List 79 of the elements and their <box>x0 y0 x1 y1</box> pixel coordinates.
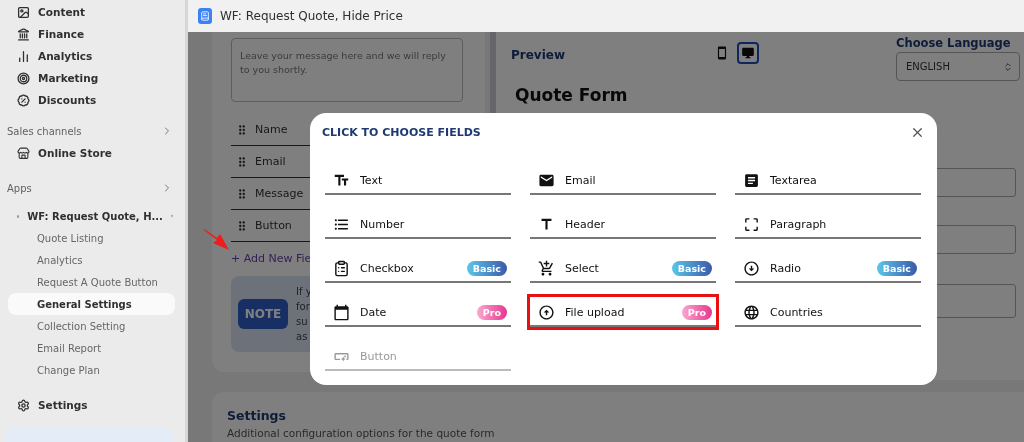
sidebar-subitem[interactable]: Change Plan <box>8 359 175 381</box>
plan-badge: Basic <box>876 260 917 276</box>
field-type-option[interactable]: Date Pro <box>322 294 514 330</box>
field-type-option[interactable]: Textarea <box>732 162 924 198</box>
note-text: su <box>296 315 309 328</box>
field-type-option[interactable]: Number <box>322 206 514 242</box>
option-label: Checkbox <box>360 261 415 275</box>
sidebar-subitem[interactable]: Collection Setting <box>8 315 175 337</box>
field-type-option[interactable]: Select Basic <box>527 250 719 286</box>
phone-icon <box>715 46 729 60</box>
page-title: WF: Request Quote, Hide Price <box>220 9 403 23</box>
option-label: Email <box>565 173 597 187</box>
note-text: as <box>296 330 309 343</box>
sidebar-subitem[interactable]: Analytics <box>8 249 175 271</box>
option-label: Date <box>360 305 388 319</box>
field-type-option[interactable]: Paragraph <box>732 206 924 242</box>
note-text: for <box>296 300 311 313</box>
plan-badge: Pro <box>476 304 507 320</box>
monitor-icon <box>741 46 755 60</box>
language-select[interactable]: ENGLISH <box>896 52 1020 81</box>
sidebar-item[interactable]: Marketing <box>0 67 185 89</box>
sidebar-item[interactable]: Finance <box>0 23 185 45</box>
target-icon <box>17 71 30 85</box>
plan-badge: Basic <box>466 260 507 276</box>
desktop-view-button[interactable] <box>737 42 759 64</box>
sidebar-item[interactable]: Content <box>0 1 185 23</box>
percent-badge-icon <box>17 93 30 107</box>
settings-icon <box>17 398 30 412</box>
image-icon <box>17 5 30 19</box>
field-type-option[interactable]: Checkbox Basic <box>322 250 514 286</box>
option-label: File upload <box>565 305 626 319</box>
section-heading: Apps <box>7 182 32 194</box>
language-label: Choose Language <box>896 36 1012 50</box>
preview-title: Preview <box>511 48 566 62</box>
form-title: Quote Form <box>515 85 629 105</box>
calendar-icon <box>333 303 350 321</box>
field-type-option[interactable]: Radio Basic <box>732 250 924 286</box>
note-badge: NOTE <box>238 299 288 329</box>
dialog-title: CLICK TO CHOOSE FIELDS <box>322 126 481 139</box>
option-label: Header <box>565 217 607 231</box>
sidebar-item[interactable]: Analytics <box>0 45 185 67</box>
bar-chart-icon <box>17 49 30 63</box>
sidebar-subitem[interactable]: General Settings <box>8 293 175 315</box>
field-type-option[interactable]: File upload Pro <box>527 294 719 330</box>
app-name[interactable]: WF: Request Quote, H... <box>27 210 163 222</box>
globe-icon <box>743 303 760 321</box>
option-label: Textarea <box>770 173 818 187</box>
message-field[interactable]: Leave your message here and we will reply to you shortly. <box>231 38 463 102</box>
settings-title: Settings <box>227 408 287 423</box>
sidebar-item[interactable]: Discounts <box>0 89 185 111</box>
cart-icon <box>538 259 555 277</box>
sidebar-subitem[interactable]: Request A Quote Button <box>8 271 175 293</box>
sidebar-subitem[interactable]: Email Report <box>8 337 175 359</box>
frame-icon <box>743 215 760 233</box>
field-type-option[interactable]: Countries <box>732 294 924 330</box>
close-button[interactable] <box>910 125 925 140</box>
document-icon <box>743 171 760 189</box>
option-label: Button <box>360 349 398 363</box>
sidebar-item[interactable]: Online Store <box>0 142 185 164</box>
option-label: Countries <box>770 305 824 319</box>
option-label: Text <box>360 173 384 187</box>
settings-description: Additional configuration options for the quote form <box>227 427 496 439</box>
add-field-link[interactable]: + Add New Fie <box>231 248 312 268</box>
option-label: Number <box>360 217 406 231</box>
sidebar-item[interactable]: Settings <box>0 394 185 416</box>
section-heading: Sales channels <box>7 125 82 137</box>
sidebar-subitem[interactable]: Quote Listing <box>8 227 175 249</box>
field-type-option[interactable]: Header <box>527 206 719 242</box>
option-label: Paragraph <box>770 217 828 231</box>
field-type-option[interactable]: Text <box>322 162 514 198</box>
clipboard-icon <box>333 259 350 277</box>
plan-badge: Pro <box>681 304 712 320</box>
bank-icon <box>17 27 30 41</box>
store-icon <box>17 146 30 160</box>
plan-badge: Basic <box>671 260 712 276</box>
option-label: Radio <box>770 261 802 275</box>
option-label: Select <box>565 261 600 275</box>
up-down-caret-icon <box>1003 61 1013 72</box>
field-type-option[interactable]: Email <box>527 162 719 198</box>
